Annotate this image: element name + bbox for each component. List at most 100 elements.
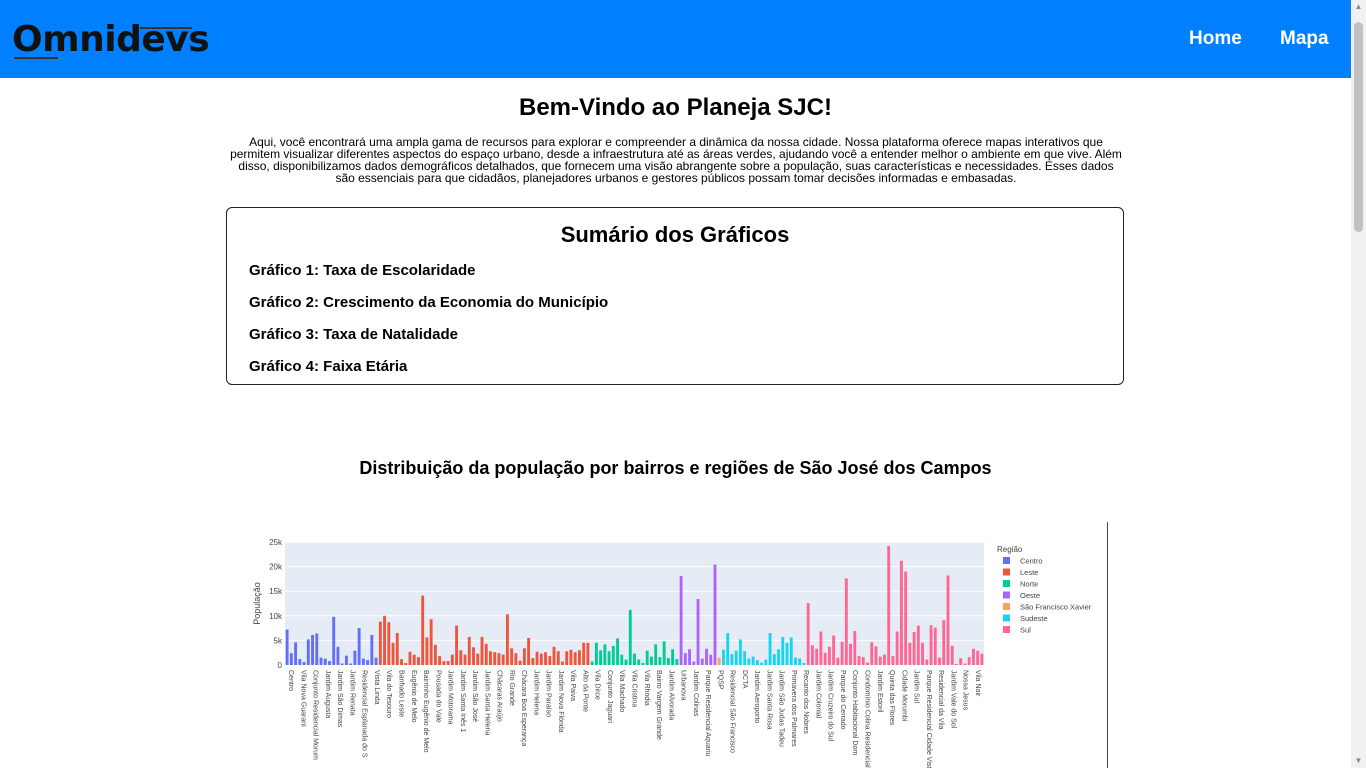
population-bar-chart[interactable]: 0 5k 10k 15k 20k 25k População Centro Vila Nova … — [240, 520, 1106, 768]
x-tick-label: Chácara Boa Esperança — [520, 670, 527, 746]
summary-title: Sumário dos Gráficos — [560, 222, 790, 247]
bar — [717, 657, 721, 665]
bar — [472, 647, 475, 665]
legend-label: Centro — [1020, 557, 1043, 566]
bar — [497, 653, 501, 665]
bar — [688, 649, 692, 665]
bar — [556, 651, 560, 665]
x-tick-label: Jardim Santa Inês 1 — [459, 670, 466, 732]
bar — [531, 658, 535, 665]
y-tick-label: 25k — [269, 538, 283, 547]
bar — [607, 651, 611, 665]
bar — [959, 658, 963, 665]
bar — [590, 661, 594, 665]
bar — [891, 656, 895, 665]
bar — [700, 658, 704, 665]
bar — [391, 642, 395, 665]
bar — [874, 646, 878, 665]
brand-logo[interactable]: Omnidevs — [12, 20, 210, 60]
x-tick-label: Parque do Cerrado — [839, 670, 846, 730]
bar — [552, 646, 556, 665]
bar — [442, 661, 446, 665]
bar — [539, 653, 543, 665]
x-tick-label: Jardim São Judas Tadeu — [778, 670, 785, 747]
x-tick-label: Vila Nova Guarani — [299, 670, 306, 727]
bar — [594, 642, 598, 665]
bar — [577, 650, 581, 665]
legend-swatch — [1003, 557, 1010, 564]
y-tick-label: 15k — [269, 587, 283, 596]
bar — [544, 652, 547, 665]
bar — [332, 616, 336, 665]
bar — [561, 661, 564, 665]
x-tick-label: Primavera dos Palmares — [790, 670, 797, 747]
bar — [794, 657, 797, 665]
intro-paragraph: Aqui, você encontrará uma ampla gama de … — [230, 135, 1122, 185]
x-tick-label: Jardim Sul — [913, 670, 920, 704]
bar — [501, 654, 505, 665]
bar — [823, 652, 827, 665]
x-tick-label: Centro — [287, 670, 294, 691]
bar — [438, 656, 442, 665]
bar — [738, 639, 742, 665]
summary-item-4[interactable]: Gráfico 4: Faixa Etária — [249, 358, 407, 376]
bar — [925, 659, 929, 665]
bar — [633, 653, 636, 665]
x-tick-label: Jardim Estoril — [876, 670, 883, 713]
x-tick-label: Conjunto Habitacional Dom — [851, 670, 858, 755]
bar — [467, 636, 471, 665]
y-tick-label: 20k — [269, 563, 283, 572]
scrollbar-thumb[interactable] — [1354, 22, 1363, 232]
x-tick-label: Urbanova — [680, 670, 687, 700]
x-tick-label: Jardim Helena — [532, 670, 539, 715]
bar — [484, 643, 488, 665]
summary-item-2[interactable]: Gráfico 2: Crescimento da Economia do Mu… — [249, 294, 608, 312]
bar — [785, 642, 789, 665]
bar — [476, 653, 480, 665]
page-scrollbar[interactable]: ▲ ▼ — [1351, 0, 1366, 768]
bar — [878, 656, 882, 665]
bar — [518, 660, 522, 665]
x-tick-label: Jardim Vale do Sol — [949, 670, 956, 729]
x-tick-label: Residencial São Francisco — [729, 670, 736, 753]
bar — [311, 634, 314, 665]
bar — [921, 642, 925, 665]
bar — [696, 599, 700, 665]
x-tick-label: Rio Grande — [508, 670, 515, 706]
bar — [832, 635, 836, 665]
x-tick-label: Pousada do Vale — [434, 670, 441, 723]
legend-label: Leste — [1020, 568, 1038, 577]
bar — [722, 649, 725, 665]
bar — [976, 650, 980, 665]
x-tick-label: Recanto dos Nobres — [802, 670, 809, 734]
bar — [599, 650, 603, 665]
summary-item-1[interactable]: Gráfico 1: Taxa de Escolaridade — [249, 262, 475, 280]
x-tick-label: Vila Paiva — [569, 670, 576, 701]
x-tick-label: Jardim São Dimas — [336, 670, 343, 728]
x-tick-label: Jardim Santa Rosa — [765, 670, 772, 730]
bar — [493, 652, 497, 665]
x-tick-label: Conjunto Residencial Morum — [312, 670, 319, 760]
legend-title: Região — [997, 545, 1023, 554]
x-tick-label: Jardim São José — [471, 670, 478, 722]
scroll-down-icon[interactable]: ▼ — [1354, 757, 1363, 765]
bar — [565, 651, 569, 665]
bar — [446, 661, 450, 665]
bar — [548, 656, 552, 665]
bar — [705, 648, 708, 665]
bar — [620, 654, 624, 665]
nav-map-link[interactable]: Mapa — [1280, 28, 1329, 50]
bar — [527, 637, 531, 665]
chart-divider — [1107, 522, 1108, 768]
bar — [616, 638, 619, 665]
legend-swatch — [1003, 580, 1010, 587]
bar — [887, 545, 891, 665]
summary-item-3[interactable]: Gráfico 3: Taxa de Natalidade — [249, 326, 458, 344]
bar — [819, 631, 823, 665]
bar — [772, 654, 776, 665]
nav-home-link[interactable]: Home — [1189, 28, 1242, 50]
scroll-up-icon[interactable]: ▲ — [1354, 3, 1363, 11]
bar — [980, 653, 984, 665]
bar — [510, 648, 514, 665]
bar — [692, 661, 696, 665]
